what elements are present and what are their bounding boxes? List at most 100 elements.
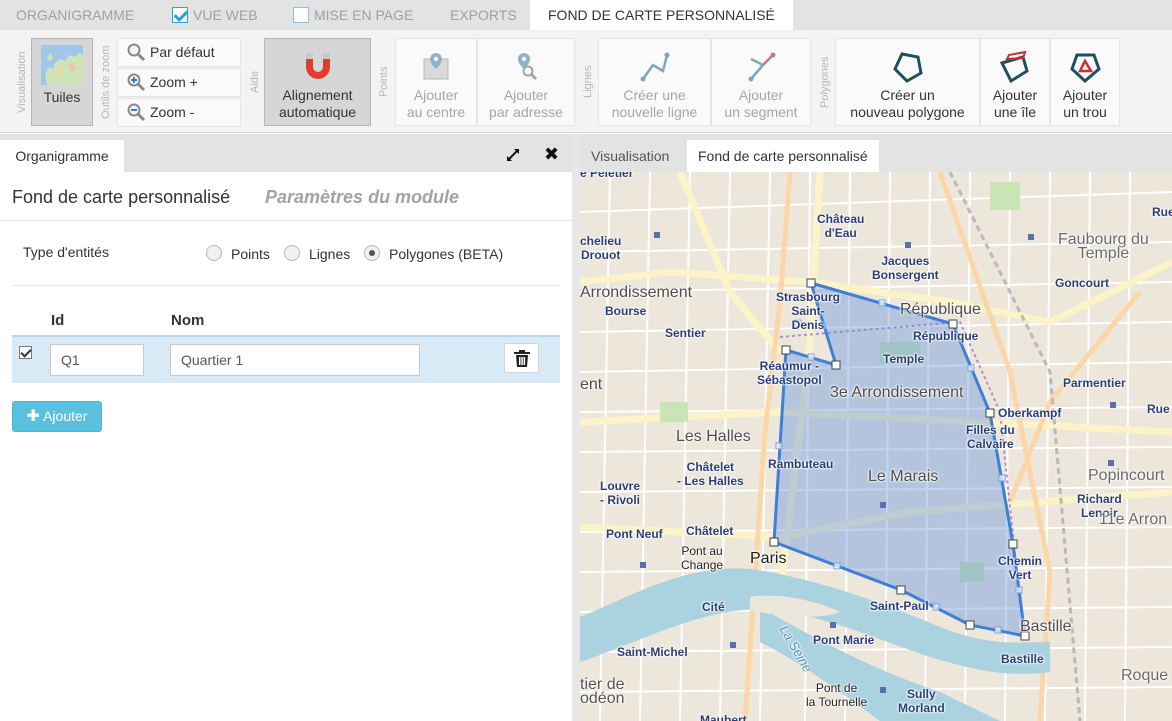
delete-row-button[interactable] bbox=[504, 343, 539, 373]
radio-polygones-label[interactable]: Polygones (BETA) bbox=[389, 246, 503, 262]
tab-vue-web[interactable]: VUE WEB bbox=[172, 0, 258, 30]
new-polygon-button[interactable]: Créer un nouveau polygone bbox=[835, 38, 980, 126]
add-hole-button[interactable]: Ajouter un trou bbox=[1050, 38, 1120, 126]
map-label: Pont Neuf bbox=[606, 527, 663, 541]
map-label: Louvre - Rivoli bbox=[600, 479, 641, 507]
polygon-icon bbox=[892, 52, 923, 83]
zoom-out-icon bbox=[127, 103, 146, 122]
tiles-button[interactable]: Tuiles bbox=[31, 38, 93, 126]
radio-lignes-label[interactable]: Lignes bbox=[309, 246, 350, 262]
group-label-visualisation: Visualisation bbox=[16, 51, 28, 113]
map-label: République bbox=[900, 301, 981, 318]
map-label: Pont de la Tournelle bbox=[806, 681, 868, 709]
tab-organigramme-panel[interactable]: Organigramme bbox=[0, 140, 124, 172]
auto-align-line1: Alignement bbox=[282, 87, 353, 103]
radio-lignes[interactable] bbox=[284, 245, 300, 261]
map-label: Bourse bbox=[605, 304, 647, 318]
map-label: Pont au Change bbox=[681, 544, 724, 572]
hole-icon bbox=[1070, 53, 1101, 84]
tab-fond-de-carte-panel[interactable]: Fond de carte personnalisé bbox=[687, 140, 879, 172]
map-label: Strasbourg Saint- Denis bbox=[776, 290, 841, 332]
map-label: Saint-Michel bbox=[617, 645, 688, 659]
new-line-label: Créer une nouvelle ligne bbox=[599, 87, 710, 121]
tab-fond-de-carte[interactable]: FOND DE CARTE PERSONNALISÉ bbox=[530, 0, 793, 30]
zoom-out-button[interactable]: Zoom - bbox=[117, 98, 241, 127]
radio-polygones[interactable] bbox=[364, 245, 380, 261]
left-panel: Organigramme ✖ Fond de carte personnalis… bbox=[0, 134, 572, 721]
tab-exports[interactable]: EXPORTS bbox=[450, 0, 517, 30]
plus-icon: ✚ bbox=[26, 408, 40, 425]
radio-points-label[interactable]: Points bbox=[231, 246, 270, 262]
map-label: Châtelet bbox=[686, 524, 734, 538]
tab-label: VUE WEB bbox=[193, 7, 258, 23]
mise-en-page-checkbox[interactable] bbox=[293, 7, 309, 23]
map-label: Pont Marie bbox=[813, 633, 875, 647]
tab-label: MISE EN PAGE bbox=[314, 7, 414, 23]
tab-visualisation[interactable]: Visualisation bbox=[591, 140, 669, 172]
polyline-icon bbox=[640, 52, 669, 82]
map-label: Rue bbox=[1147, 402, 1170, 416]
add-point-center-button[interactable]: Ajouter au centre bbox=[395, 38, 477, 126]
map-label: Château d'Eau bbox=[817, 212, 865, 240]
map-label: e Peletier bbox=[580, 172, 634, 180]
map-label: Filles du Calvaire bbox=[966, 423, 1015, 451]
add-row-label: Ajouter bbox=[43, 408, 88, 424]
group-label-lignes: Lignes bbox=[582, 65, 594, 99]
row-name-input[interactable] bbox=[170, 344, 420, 376]
radio-points[interactable] bbox=[206, 245, 222, 261]
tiles-label: Tuiles bbox=[43, 89, 81, 105]
map-label: Maubert bbox=[700, 713, 747, 721]
map-view[interactable]: e Peletier Château d'Eau Faubourg du Tem… bbox=[580, 172, 1172, 721]
add-segment-button[interactable]: Ajouter un segment bbox=[711, 38, 811, 126]
right-panel-tabs: Visualisation Fond de carte personnalisé bbox=[580, 134, 1172, 172]
tab-label: ORGANIGRAMME bbox=[16, 7, 135, 23]
map-label: Les Halles bbox=[676, 428, 751, 445]
add-segment-label: Ajouter un segment bbox=[712, 87, 810, 121]
add-row-button[interactable]: ✚ Ajouter bbox=[12, 401, 102, 432]
magnifier-icon bbox=[127, 43, 146, 62]
new-line-line2: nouvelle ligne bbox=[611, 104, 698, 120]
map-label: Châtelet - Les Halles bbox=[677, 460, 744, 488]
auto-align-label: Alignement automatique bbox=[265, 87, 370, 121]
row-id-input[interactable] bbox=[50, 344, 144, 376]
divider bbox=[12, 285, 560, 286]
tab-label: FOND DE CARTE PERSONNALISÉ bbox=[548, 7, 775, 23]
map-label: Sentier bbox=[665, 326, 706, 340]
map-label: chelieu Drouot bbox=[580, 234, 622, 262]
new-polygon-label: Créer un nouveau polygone bbox=[836, 87, 979, 121]
top-tab-bar: ORGANIGRAMME VUE WEB MISE EN PAGE EXPORT… bbox=[0, 0, 1172, 30]
map-label: Paris bbox=[750, 550, 787, 567]
module-settings-link[interactable]: Paramètres du module bbox=[265, 187, 459, 208]
add-center-line2: au centre bbox=[406, 104, 466, 120]
entity-type-label: Type d'entités bbox=[23, 244, 109, 260]
add-point-address-button[interactable]: Ajouter par adresse bbox=[477, 38, 575, 126]
expand-icon[interactable] bbox=[504, 146, 522, 164]
tab-mise-en-page[interactable]: MISE EN PAGE bbox=[293, 0, 413, 30]
trash-icon bbox=[514, 350, 530, 367]
map-label: Goncourt bbox=[1055, 276, 1109, 290]
new-line-button[interactable]: Créer une nouvelle ligne bbox=[598, 38, 711, 126]
map-label: Rue bbox=[1152, 205, 1172, 219]
add-center-line1: Ajouter bbox=[413, 87, 459, 103]
add-island-label: Ajouter une île bbox=[981, 87, 1049, 121]
close-icon[interactable]: ✖ bbox=[544, 144, 559, 165]
map-label: Roque bbox=[1121, 667, 1169, 684]
table-row[interactable] bbox=[12, 335, 560, 383]
tab-organigramme[interactable]: ORGANIGRAMME bbox=[16, 0, 134, 30]
column-header-id: Id bbox=[51, 312, 65, 329]
map-label: Bastille bbox=[1020, 618, 1072, 635]
auto-align-line2: automatique bbox=[278, 104, 357, 120]
zoom-default-button[interactable]: Par défaut bbox=[117, 38, 241, 67]
vue-web-checkbox[interactable] bbox=[172, 7, 188, 23]
tab-label: EXPORTS bbox=[450, 7, 517, 23]
row-select-checkbox[interactable] bbox=[19, 346, 32, 359]
add-segment-line2: un segment bbox=[724, 104, 798, 120]
map-label: Jacques Bonsergent bbox=[872, 254, 939, 282]
auto-align-button[interactable]: Alignement automatique bbox=[264, 38, 371, 126]
group-label-zoom: Outils de zoom bbox=[100, 45, 112, 119]
panel-splitter[interactable] bbox=[572, 134, 580, 721]
address-search-icon bbox=[518, 53, 538, 81]
add-island-button[interactable]: Ajouter une île bbox=[980, 38, 1050, 126]
map-label: Le Marais bbox=[868, 468, 939, 485]
zoom-in-button[interactable]: Zoom + bbox=[117, 68, 241, 97]
